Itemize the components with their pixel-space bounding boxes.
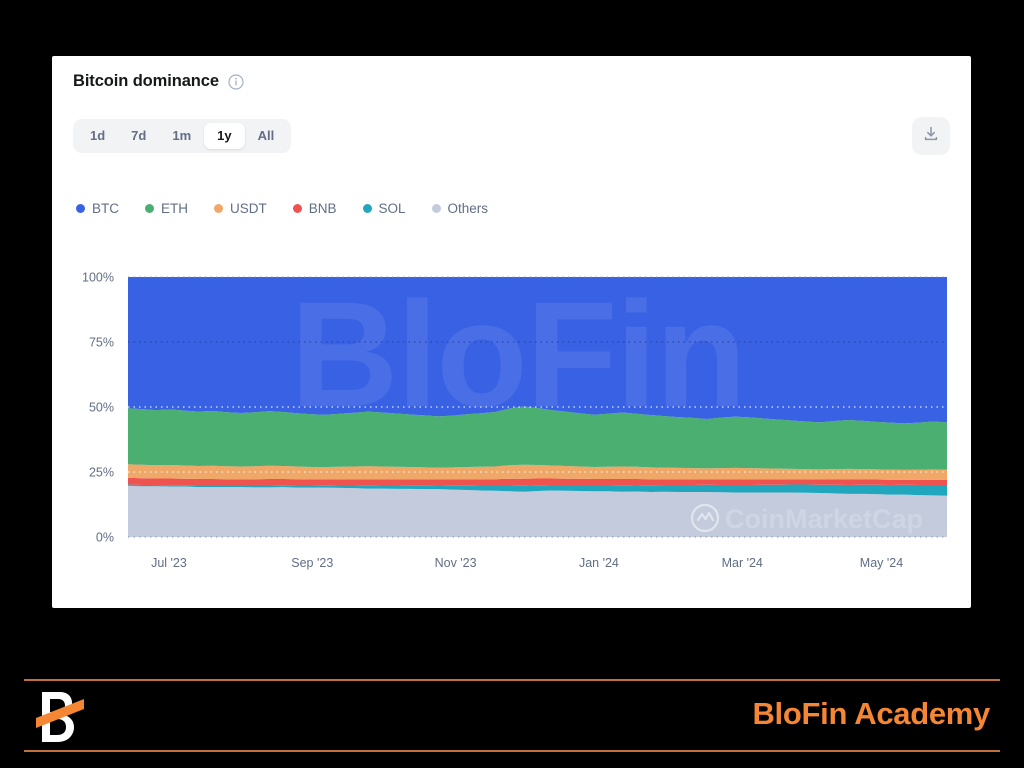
bitcoin-dominance-card: Bitcoin dominance 1d 7d 1m 1y All bbox=[52, 56, 971, 608]
x-axis-tick-label: Sep '23 bbox=[291, 556, 333, 570]
page-root: Bitcoin dominance 1d 7d 1m 1y All bbox=[0, 0, 1024, 768]
x-axis-tick-label: Jan '24 bbox=[579, 556, 619, 570]
x-axis-tick-label: Mar '24 bbox=[722, 556, 763, 570]
svg-text:BloFin: BloFin bbox=[290, 270, 745, 438]
dominance-area-chart: BloFinBloFinCoinMarketCap0%25%50%75%100%… bbox=[52, 56, 971, 608]
y-axis-tick-label: 75% bbox=[89, 336, 114, 350]
x-axis-tick-label: Jul '23 bbox=[151, 556, 187, 570]
banner-title: BloFin Academy bbox=[752, 696, 990, 732]
y-axis-tick-label: 0% bbox=[96, 531, 114, 545]
blofin-b-logo bbox=[34, 688, 86, 746]
chart-canvas: BloFinBloFinCoinMarketCap0%25%50%75%100%… bbox=[52, 56, 971, 608]
y-axis-tick-label: 50% bbox=[89, 401, 114, 415]
x-axis-tick-label: Nov '23 bbox=[435, 556, 477, 570]
y-axis-tick-label: 100% bbox=[82, 271, 114, 285]
svg-text:CoinMarketCap: CoinMarketCap bbox=[725, 504, 923, 534]
banner-rule-top bbox=[24, 679, 1000, 681]
banner-rule-bottom bbox=[24, 750, 1000, 752]
y-axis-tick-label: 25% bbox=[89, 466, 114, 480]
x-axis-tick-label: May '24 bbox=[860, 556, 903, 570]
